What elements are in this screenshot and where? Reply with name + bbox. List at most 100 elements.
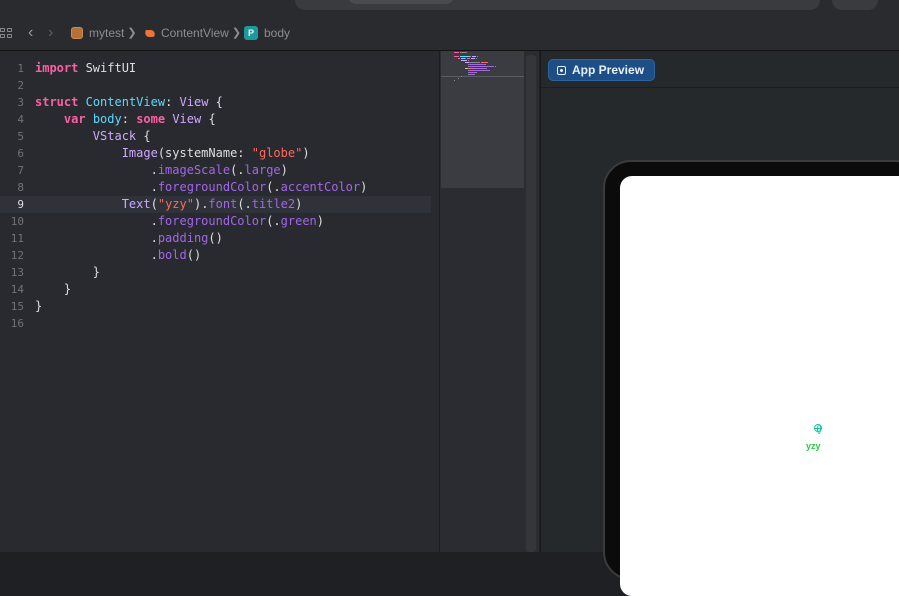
- line-number: 2: [17, 79, 24, 92]
- code-token: .: [35, 180, 158, 194]
- code-line[interactable]: 13 }: [0, 264, 431, 281]
- minimap-line: [469, 70, 483, 71]
- code-token: }: [35, 265, 101, 279]
- minimap-line: [461, 76, 463, 77]
- code-line[interactable]: 5 VStack {: [0, 128, 431, 145]
- swift-file-icon: [144, 27, 156, 39]
- toolbar-scheme-pill[interactable]: [348, 0, 454, 4]
- code-token: {: [201, 112, 216, 126]
- code-text: VStack {: [35, 128, 151, 145]
- code-token: ): [316, 214, 325, 228]
- code-line[interactable]: 8 .foregroundColor(.accentColor): [0, 179, 431, 196]
- code-token: (systemName:: [157, 146, 252, 160]
- property-icon: P: [244, 25, 258, 40]
- code-token: ): [295, 197, 303, 211]
- minimap-line: [471, 58, 475, 59]
- breadcrumb-symbol[interactable]: P body: [244, 14, 290, 51]
- code-token: green: [280, 214, 317, 228]
- code-token: (: [150, 197, 158, 211]
- back-arrow-icon[interactable]: ‹: [28, 14, 40, 51]
- minimap-line: [469, 64, 479, 65]
- canvas-toolbar: App Preview: [541, 51, 899, 88]
- minimap[interactable]: [439, 51, 539, 552]
- minimap-line: [460, 56, 471, 57]
- breadcrumb-separator: ❯: [127, 27, 137, 39]
- breadcrumb-file[interactable]: ContentView ❯: [144, 14, 241, 51]
- minimap-line: [460, 52, 467, 53]
- minimap-line-highlight: [441, 76, 524, 77]
- code-line[interactable]: 7 .imageScale(.large): [0, 162, 431, 179]
- code-text: }: [35, 281, 71, 298]
- code-line[interactable]: 6 Image(systemName: "globe"): [0, 145, 431, 162]
- minimap-line: [487, 62, 489, 63]
- minimap-line: [484, 66, 495, 67]
- breadcrumb-file-label: ContentView: [161, 25, 229, 40]
- code-line[interactable]: 11 .padding(): [0, 230, 431, 247]
- code-token: (): [186, 248, 202, 262]
- code-token: View: [179, 95, 209, 109]
- code-token: foregroundColor: [157, 180, 267, 194]
- code-token: bold: [157, 248, 187, 262]
- code-text: import SwiftUI: [35, 60, 136, 77]
- line-number: 8: [17, 181, 24, 194]
- code-line[interactable]: 14 }: [0, 281, 431, 298]
- code-text: .bold(): [35, 247, 202, 264]
- code-token: "yzy": [157, 197, 194, 211]
- line-number: 10: [10, 215, 24, 228]
- code-line[interactable]: 3 struct ContentView: View {: [0, 94, 431, 111]
- code-token: ): [280, 163, 288, 177]
- preview-canvas: App Preview yzy: [540, 51, 899, 596]
- globe-icon: [814, 424, 822, 434]
- editor-scrollbar[interactable]: [526, 55, 536, 552]
- code-line[interactable]: 16: [0, 315, 431, 332]
- minimap-line: [472, 74, 475, 75]
- code-token: (.: [230, 163, 245, 177]
- code-line[interactable]: 2: [0, 77, 431, 94]
- related-items-icon[interactable]: [0, 14, 14, 51]
- minimap-line: [457, 78, 459, 79]
- device-screen[interactable]: yzy: [620, 176, 899, 596]
- code-token: imageScale: [157, 163, 231, 177]
- line-number: 16: [10, 317, 24, 330]
- minimap-line: [484, 64, 486, 65]
- source-editor[interactable]: 1 import SwiftUI 2 3 struct ContentView: Vie…: [0, 51, 439, 552]
- breadcrumb-separator: ❯: [231, 27, 242, 39]
- code-line[interactable]: 1 import SwiftUI: [0, 60, 431, 77]
- code-line[interactable]: 12 .bold(): [0, 247, 431, 264]
- preview-text: yzy: [806, 441, 821, 451]
- line-number: 14: [10, 283, 24, 296]
- line-number: 11: [10, 232, 24, 245]
- code-token: (): [208, 231, 223, 245]
- forward-arrow-icon[interactable]: ›: [48, 14, 60, 51]
- toolbar-add-button[interactable]: [832, 0, 878, 10]
- code-text: .padding(): [35, 230, 223, 247]
- breadcrumb-project-label: mytest: [89, 25, 125, 40]
- jump-bar: ‹ › mytest ❯ ContentView ❯ P body: [0, 14, 899, 51]
- minimap-visible-region[interactable]: [441, 51, 524, 188]
- line-number: 1: [17, 62, 24, 75]
- minimap-line: [475, 58, 477, 59]
- breadcrumb-project[interactable]: mytest ❯: [71, 14, 137, 51]
- breadcrumb-symbol-label: body: [264, 25, 291, 40]
- device-frame: yzy: [603, 160, 899, 596]
- code-token: padding: [157, 231, 209, 245]
- minimap-line: [454, 56, 460, 57]
- minimap-line: [461, 60, 467, 61]
- code-token: large: [244, 163, 281, 177]
- app-preview-button[interactable]: App Preview: [548, 59, 656, 81]
- minimap-line: [469, 66, 483, 67]
- code-token: ).: [193, 197, 209, 211]
- code-token: ): [360, 180, 368, 194]
- code-line[interactable]: 15}: [0, 298, 431, 315]
- code-line[interactable]: 4 var body: some View {: [0, 111, 431, 128]
- code-token: body: [92, 112, 122, 126]
- project-icon: [71, 26, 83, 39]
- code-line[interactable]: 9 Text("yzy").font(.title2): [0, 196, 431, 213]
- line-number: 5: [17, 130, 24, 143]
- code-line[interactable]: 10 .foregroundColor(.green): [0, 213, 431, 230]
- line-number: 12: [10, 249, 24, 262]
- code-token: Text: [121, 197, 151, 211]
- code-token: .: [35, 214, 158, 228]
